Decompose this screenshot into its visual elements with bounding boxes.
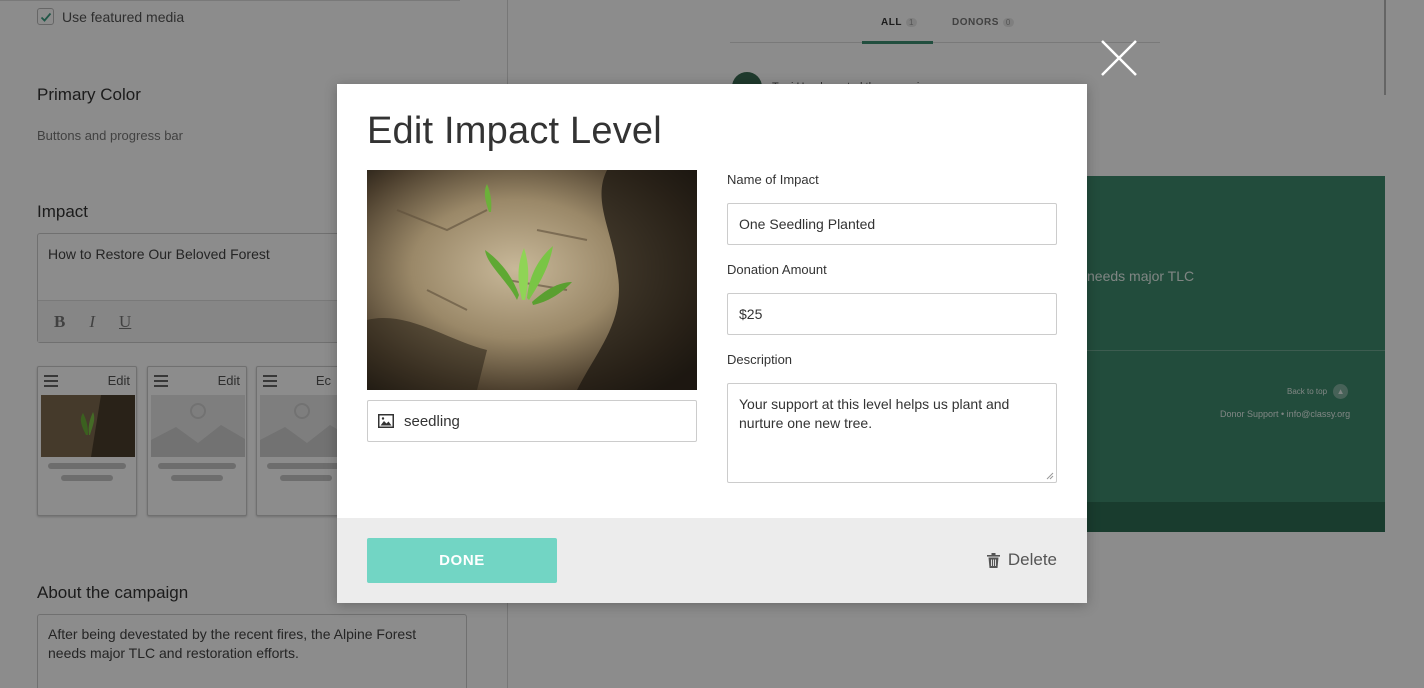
description-textarea[interactable]: Your support at this level helps us plan… xyxy=(727,383,1057,483)
edit-impact-modal: Edit Impact Level seedling Name of Impac… xyxy=(337,84,1087,603)
done-button[interactable]: DONE xyxy=(367,538,557,583)
image-name-text: seedling xyxy=(404,412,460,430)
modal-title: Edit Impact Level xyxy=(367,110,662,152)
delete-button[interactable]: Delete xyxy=(986,550,1057,570)
modal-footer: DONE Delete xyxy=(337,518,1087,603)
description-label: Description xyxy=(727,352,793,367)
donation-amount-label: Donation Amount xyxy=(727,262,827,277)
impact-image[interactable] xyxy=(367,170,697,390)
trash-icon xyxy=(986,552,1000,568)
name-of-impact-label: Name of Impact xyxy=(727,172,819,187)
delete-label: Delete xyxy=(1007,550,1057,569)
resize-handle-icon[interactable] xyxy=(1046,472,1054,480)
close-icon[interactable] xyxy=(1099,38,1139,78)
image-icon xyxy=(378,414,394,428)
donation-amount-input[interactable]: $25 xyxy=(727,293,1057,335)
image-name-field[interactable]: seedling xyxy=(367,400,697,442)
description-text: Your support at this level helps us plan… xyxy=(739,396,1010,431)
name-of-impact-input[interactable]: One Seedling Planted xyxy=(727,203,1057,245)
